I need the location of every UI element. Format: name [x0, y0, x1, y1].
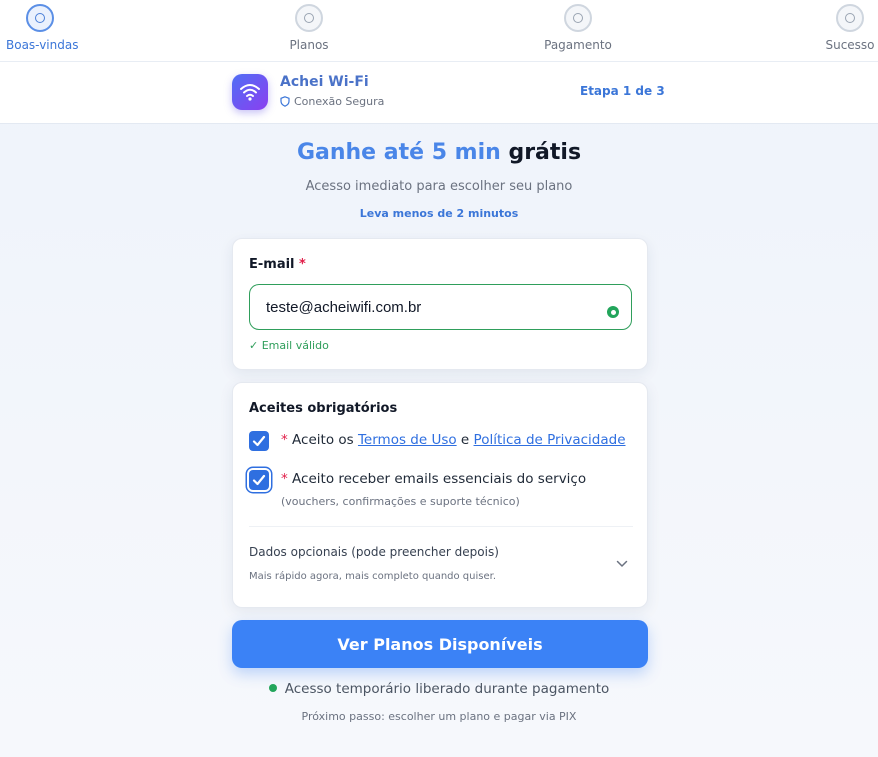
step-circle-icon	[564, 4, 592, 32]
step-label: Pagamento	[544, 38, 612, 52]
email-valid-message: ✓ Email válido	[249, 339, 329, 352]
step-label: Sucesso	[825, 38, 875, 52]
checkmark-icon	[252, 435, 266, 447]
step-planos[interactable]: Planos	[280, 4, 338, 52]
progress-stepper: Boas-vindas Planos Pagamento Sucesso	[0, 0, 878, 62]
app-name: Achei Wi-Fi	[280, 74, 369, 90]
terms-conjunction: e	[460, 432, 470, 448]
terms-consent-row: * Aceito os Termos de Uso e Política de …	[249, 431, 626, 451]
email-label: E-mail *	[249, 257, 306, 272]
emails-checkbox[interactable]	[249, 470, 269, 490]
step-sucesso[interactable]: Sucesso	[823, 4, 877, 52]
view-plans-button[interactable]: Ver Planos Disponíveis	[232, 620, 648, 668]
privacy-policy-link[interactable]: Política de Privacidade	[474, 432, 626, 448]
required-mark: *	[299, 257, 306, 272]
terms-checkbox[interactable]	[249, 431, 269, 451]
email-label-text: E-mail	[249, 257, 295, 272]
step-circle-icon	[836, 4, 864, 32]
consents-title: Aceites obrigatórios	[249, 401, 398, 416]
emails-consent-row: * Aceito receber emails essenciais do se…	[249, 470, 586, 490]
page-subtitle: Acesso imediato para escolher seu plano	[305, 179, 573, 194]
shield-icon	[280, 96, 290, 107]
step-label: Planos	[289, 38, 329, 52]
email-field[interactable]	[249, 284, 632, 330]
next-step-text: Próximo passo: escolher um plano e pagar…	[301, 710, 577, 723]
step-count: Etapa 1 de 3	[580, 84, 665, 98]
consents-card: Aceites obrigatórios * Aceito os Termos …	[232, 382, 648, 608]
valid-check-icon	[607, 306, 619, 318]
secure-connection: Conexão Segura	[280, 95, 384, 108]
required-mark: *	[281, 432, 288, 448]
step-boas-vindas[interactable]: Boas-vindas	[6, 4, 79, 52]
wifi-icon	[232, 74, 268, 110]
step-pagamento[interactable]: Pagamento	[543, 4, 613, 52]
page-title: Ganhe até 5 min grátis	[0, 140, 878, 165]
divider	[249, 526, 633, 527]
checkmark-icon	[252, 474, 266, 486]
optional-data-toggle[interactable]: Dados opcionais (pode preencher depois)	[249, 545, 499, 559]
title-accent: Ganhe até 5 min	[296, 140, 501, 165]
emails-text: * Aceito receber emails essenciais do se…	[281, 470, 586, 488]
time-hint: Leva menos de 2 minutos	[359, 207, 519, 220]
title-rest: grátis	[508, 140, 582, 165]
secure-label: Conexão Segura	[294, 95, 385, 108]
step-label: Boas-vindas	[6, 38, 79, 52]
optional-data-hint: Mais rápido agora, mais completo quando …	[249, 571, 497, 582]
status-text: Acesso temporário liberado durante pagam…	[284, 681, 610, 697]
email-card: E-mail * ✓ Email válido	[232, 238, 648, 370]
step-circle-icon	[26, 4, 54, 32]
app-header: Achei Wi-Fi Conexão Segura Etapa 1 de 3	[0, 62, 878, 124]
terms-of-use-link[interactable]: Termos de Uso	[358, 432, 457, 448]
terms-prefix: Aceito os	[292, 432, 354, 448]
required-mark: *	[281, 471, 288, 487]
emails-consent-detail: (vouchers, confirmações e suporte técnic…	[281, 495, 520, 508]
status-dot-icon	[268, 684, 277, 692]
status-message: Acesso temporário liberado durante pagam…	[0, 681, 878, 697]
chevron-down-icon[interactable]	[616, 560, 628, 568]
emails-consent-label: Aceito receber emails essenciais do serv…	[292, 471, 587, 487]
terms-text: * Aceito os Termos de Uso e Política de …	[281, 431, 626, 449]
step-circle-icon	[295, 4, 323, 32]
